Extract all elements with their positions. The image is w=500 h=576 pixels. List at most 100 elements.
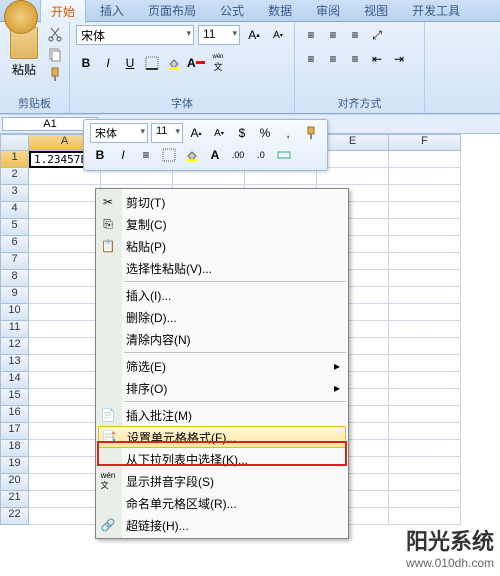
menu-clear[interactable]: 清除内容(N) xyxy=(96,328,348,350)
mini-merge[interactable] xyxy=(274,145,294,165)
cell[interactable] xyxy=(389,151,461,168)
mini-inc-decimal[interactable]: .00 xyxy=(228,145,248,165)
cell[interactable] xyxy=(389,253,461,270)
menu-define-name[interactable]: 命名单元格区域(R)... xyxy=(96,492,348,514)
menu-sort[interactable]: 排序(O)▸ xyxy=(96,377,348,399)
cell[interactable] xyxy=(29,236,101,253)
cell[interactable] xyxy=(29,321,101,338)
cell[interactable] xyxy=(29,253,101,270)
cell[interactable] xyxy=(389,508,461,525)
underline-button[interactable]: U xyxy=(120,53,140,73)
office-button[interactable] xyxy=(4,0,38,34)
row-header-9[interactable]: 9 xyxy=(0,287,29,304)
cell[interactable] xyxy=(389,440,461,457)
cell[interactable] xyxy=(389,457,461,474)
decrease-indent-button[interactable]: ⇤ xyxy=(367,49,387,69)
align-middle-button[interactable]: ≡ xyxy=(323,25,343,45)
menu-filter[interactable]: 筛选(E)▸ xyxy=(96,355,348,377)
cell[interactable] xyxy=(389,304,461,321)
row-header-6[interactable]: 6 xyxy=(0,236,29,253)
align-right-button[interactable]: ≡ xyxy=(345,49,365,69)
cell[interactable] xyxy=(29,474,101,491)
row-header-21[interactable]: 21 xyxy=(0,491,29,508)
row-header-11[interactable]: 11 xyxy=(0,321,29,338)
row-header-15[interactable]: 15 xyxy=(0,389,29,406)
cell[interactable] xyxy=(29,440,101,457)
mini-format-painter[interactable] xyxy=(301,123,321,143)
row-header-19[interactable]: 19 xyxy=(0,457,29,474)
mini-fill-color[interactable] xyxy=(182,145,202,165)
mini-grow-font[interactable]: A▴ xyxy=(186,123,206,143)
tab-formulas[interactable]: 公式 xyxy=(210,0,254,22)
cell[interactable] xyxy=(389,372,461,389)
cell[interactable] xyxy=(29,338,101,355)
font-name-combo[interactable]: 宋体 xyxy=(76,25,194,45)
cell[interactable] xyxy=(389,355,461,372)
row-header-18[interactable]: 18 xyxy=(0,440,29,457)
cell[interactable] xyxy=(29,355,101,372)
mini-font-name[interactable]: 宋体 xyxy=(90,123,148,143)
row-header-12[interactable]: 12 xyxy=(0,338,29,355)
menu-pick-from-list[interactable]: 从下拉列表中选择(K)... xyxy=(96,448,348,470)
phonetic-button[interactable]: wén文 xyxy=(208,53,228,73)
cell[interactable] xyxy=(29,304,101,321)
cell[interactable] xyxy=(29,270,101,287)
menu-format-cells[interactable]: 📑设置单元格格式(F)... xyxy=(98,426,346,448)
row-header-16[interactable]: 16 xyxy=(0,406,29,423)
tab-developer[interactable]: 开发工具 xyxy=(402,0,470,22)
cell[interactable] xyxy=(29,491,101,508)
tab-review[interactable]: 审阅 xyxy=(306,0,350,22)
tab-view[interactable]: 视图 xyxy=(354,0,398,22)
menu-show-phonetic[interactable]: wén文显示拼音字段(S) xyxy=(96,470,348,492)
row-header-10[interactable]: 10 xyxy=(0,304,29,321)
bold-button[interactable]: B xyxy=(76,53,96,73)
font-size-combo[interactable]: 11 xyxy=(198,25,240,45)
increase-indent-button[interactable]: ⇥ xyxy=(389,49,409,69)
mini-bold[interactable]: B xyxy=(90,145,110,165)
mini-dec-decimal[interactable]: .0 xyxy=(251,145,271,165)
cell[interactable] xyxy=(389,338,461,355)
tab-data[interactable]: 数据 xyxy=(258,0,302,22)
mini-currency[interactable]: $ xyxy=(232,123,252,143)
cell[interactable] xyxy=(389,219,461,236)
tab-home[interactable]: 开始 xyxy=(40,0,86,23)
row-header-22[interactable]: 22 xyxy=(0,508,29,525)
mini-percent[interactable]: % xyxy=(255,123,275,143)
cell[interactable] xyxy=(389,474,461,491)
mini-font-color[interactable]: A xyxy=(205,145,225,165)
tab-page-layout[interactable]: 页面布局 xyxy=(138,0,206,22)
cell[interactable] xyxy=(389,168,461,185)
align-center-button[interactable]: ≡ xyxy=(323,49,343,69)
cell[interactable] xyxy=(29,389,101,406)
cell[interactable] xyxy=(389,406,461,423)
copy-button[interactable] xyxy=(46,45,64,63)
cell[interactable] xyxy=(29,508,101,525)
cell[interactable] xyxy=(29,406,101,423)
menu-paste[interactable]: 📋粘贴(P) xyxy=(96,235,348,257)
align-top-button[interactable]: ≡ xyxy=(301,25,321,45)
cell[interactable] xyxy=(29,372,101,389)
cut-button[interactable] xyxy=(46,25,64,43)
row-header-13[interactable]: 13 xyxy=(0,355,29,372)
cell[interactable] xyxy=(29,423,101,440)
menu-paste-special[interactable]: 选择性粘贴(V)... xyxy=(96,257,348,279)
font-color-button[interactable]: A xyxy=(186,53,206,73)
cell[interactable] xyxy=(29,185,101,202)
increase-font-button[interactable]: A▴ xyxy=(244,25,264,45)
row-header-4[interactable]: 4 xyxy=(0,202,29,219)
mini-font-size[interactable]: 11 xyxy=(151,123,183,143)
row-header-17[interactable]: 17 xyxy=(0,423,29,440)
cell[interactable] xyxy=(29,287,101,304)
row-header-20[interactable]: 20 xyxy=(0,474,29,491)
row-header-14[interactable]: 14 xyxy=(0,372,29,389)
mini-shrink-font[interactable]: A▾ xyxy=(209,123,229,143)
border-button[interactable] xyxy=(142,53,162,73)
orientation-button[interactable]: ⤢ xyxy=(367,25,387,45)
cell[interactable] xyxy=(389,287,461,304)
fill-color-button[interactable] xyxy=(164,53,184,73)
row-header-3[interactable]: 3 xyxy=(0,185,29,202)
mini-align-center[interactable]: ≡ xyxy=(136,145,156,165)
mini-comma[interactable]: , xyxy=(278,123,298,143)
cell[interactable] xyxy=(29,219,101,236)
menu-insert[interactable]: 插入(I)... xyxy=(96,284,348,306)
